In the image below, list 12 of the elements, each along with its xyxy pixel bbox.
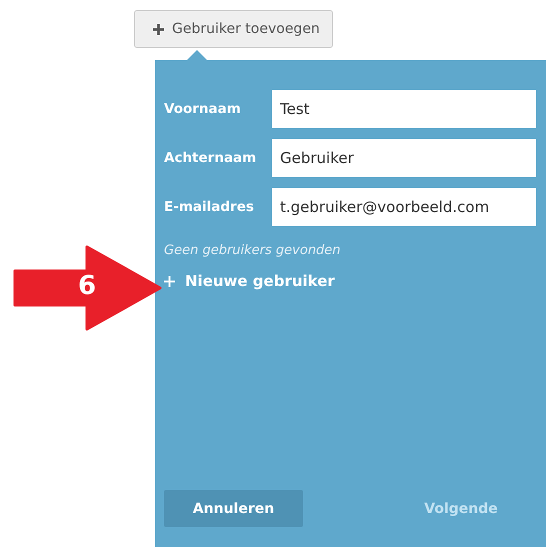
cancel-button[interactable]: Annuleren <box>164 490 303 527</box>
plus-icon <box>153 24 164 34</box>
no-results-text: Geen gebruikers gevonden <box>164 243 342 258</box>
plus-icon <box>164 276 175 286</box>
input-field[interactable]: t.gebruiker@voorbeeld.com <box>272 188 536 226</box>
callout-number: 6 <box>78 270 96 303</box>
field-label: Achternaam <box>164 150 258 166</box>
field-label: E-mailadres <box>164 199 255 215</box>
field-label: Voornaam <box>164 101 242 117</box>
add-user-button[interactable]: Gebruiker toevoegen <box>134 10 333 48</box>
input-field[interactable]: Gebruiker <box>272 139 536 177</box>
input-field[interactable]: Test <box>272 90 536 128</box>
